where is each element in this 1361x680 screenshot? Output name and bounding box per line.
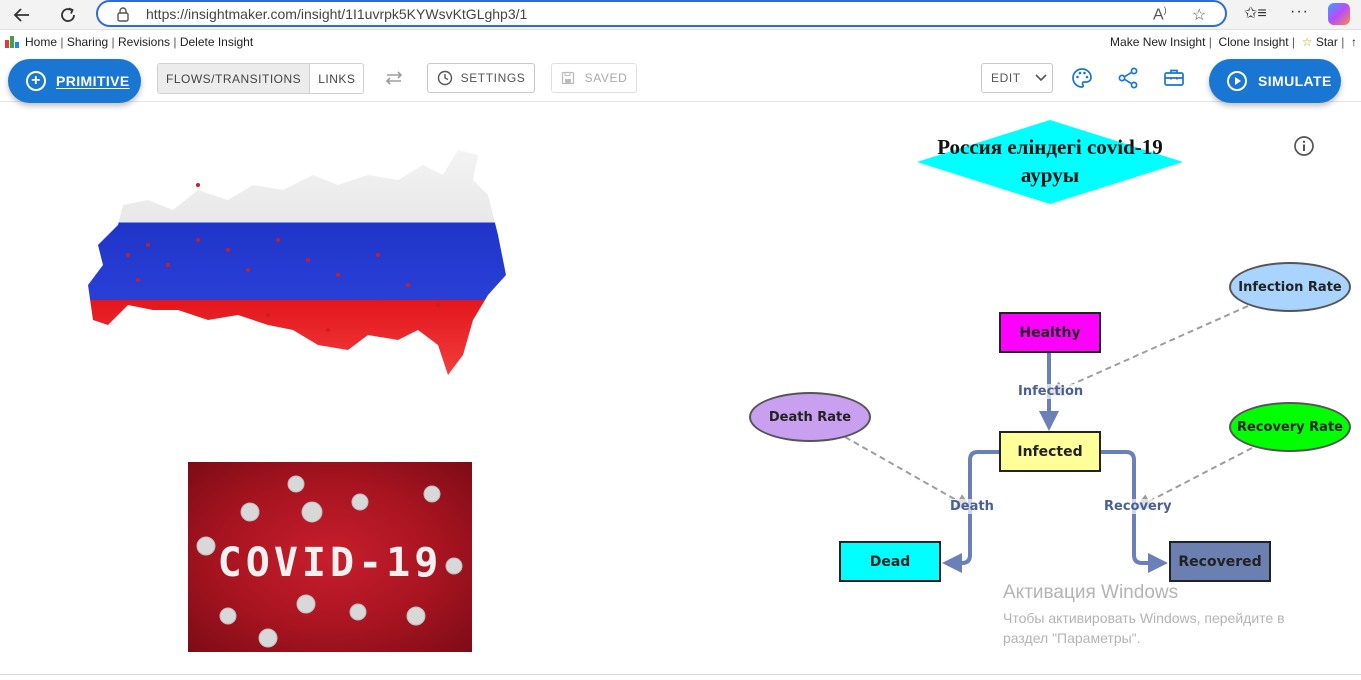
infection-rate-variable[interactable]: Infection Rate: [1229, 262, 1351, 312]
infected-stock[interactable]: Infected: [999, 431, 1101, 472]
recovery-rate-variable[interactable]: Recovery Rate: [1229, 402, 1351, 452]
canvas-bottom-border: [0, 674, 1361, 680]
infected-stock-label: Infected: [1017, 443, 1083, 460]
recovery-rate-link[interactable]: [1134, 447, 1253, 509]
recovery-flow-label[interactable]: Recovery: [1104, 499, 1172, 514]
healthy-stock[interactable]: Healthy: [999, 312, 1101, 353]
infection-flow-label[interactable]: Infection: [1018, 384, 1084, 399]
recovered-stock-label: Recovered: [1178, 553, 1262, 570]
connections-layer: [844, 305, 1253, 573]
healthy-stock-label: Healthy: [1019, 324, 1081, 341]
death-rate-variable[interactable]: Death Rate: [749, 392, 871, 442]
infection-rate-label: Infection Rate: [1238, 279, 1342, 295]
death-rate-label: Death Rate: [768, 409, 852, 425]
dead-stock-label: Dead: [869, 553, 911, 570]
dead-stock[interactable]: Dead: [839, 541, 941, 582]
recovered-stock[interactable]: Recovered: [1169, 541, 1271, 582]
recovery-rate-label: Recovery Rate: [1237, 419, 1343, 435]
death-flow-label[interactable]: Death: [950, 499, 994, 514]
windows-activation-body: Чтобы активировать Windows, перейдите в …: [1003, 610, 1285, 646]
app-window: https://insightmaker.com/insight/1I1uvrp…: [0, 0, 1361, 680]
windows-activation-title: Активация Windows: [1003, 582, 1179, 603]
death-rate-link[interactable]: [844, 436, 972, 509]
